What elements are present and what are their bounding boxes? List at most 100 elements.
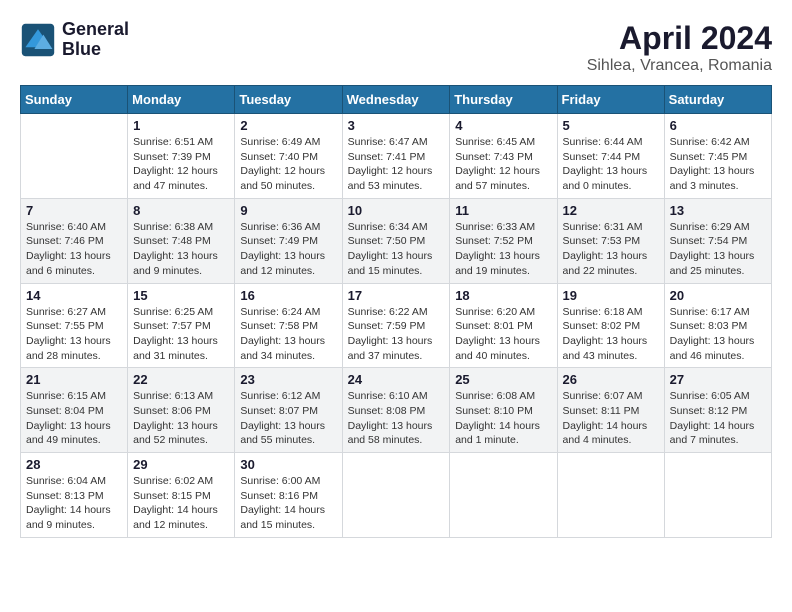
page-title: April 2024 — [587, 20, 772, 57]
title-area: April 2024 Sihlea, Vrancea, Romania — [587, 20, 772, 75]
calendar-cell: 24 Sunrise: 6:10 AMSunset: 8:08 PMDayligh… — [342, 368, 450, 453]
day-number: 14 — [26, 288, 122, 303]
day-number: 11 — [455, 203, 551, 218]
calendar-cell: 6 Sunrise: 6:42 AMSunset: 7:45 PMDaylight… — [664, 114, 771, 199]
calendar-cell: 26Sunrise: 6:07 AMSunset: 8:11 PMDayligh… — [557, 368, 664, 453]
day-info: Sunrise: 6:45 AMSunset: 7:43 PMDaylight:… — [455, 135, 551, 194]
calendar-table: SundayMondayTuesdayWednesdayThursdayFrid… — [20, 85, 772, 538]
calendar-cell: 20 Sunrise: 6:17 AMSunset: 8:03 PMDayligh… — [664, 283, 771, 368]
calendar-week-row: 28 Sunrise: 6:04 AMSunset: 8:13 PMDayligh… — [21, 453, 772, 538]
day-info: Sunrise: 6:51 AMSunset: 7:39 PMDaylight:… — [133, 135, 229, 194]
day-number: 17 — [348, 288, 445, 303]
day-number: 27 — [670, 372, 766, 387]
calendar-cell: 25 Sunrise: 6:08 AMSunset: 8:10 PMDayligh… — [450, 368, 557, 453]
calendar-cell — [21, 114, 128, 199]
day-info: Sunrise: 6:25 AMSunset: 7:57 PMDaylight:… — [133, 305, 229, 364]
day-info: Sunrise: 6:22 AMSunset: 7:59 PMDaylight:… — [348, 305, 445, 364]
calendar-cell: 21Sunrise: 6:15 AMSunset: 8:04 PMDayligh… — [21, 368, 128, 453]
calendar-cell — [450, 453, 557, 538]
day-number: 20 — [670, 288, 766, 303]
day-info: Sunrise: 6:20 AMSunset: 8:01 PMDaylight:… — [455, 305, 551, 364]
calendar-cell: 8 Sunrise: 6:38 AMSunset: 7:48 PMDaylight… — [128, 198, 235, 283]
day-info: Sunrise: 6:47 AMSunset: 7:41 PMDaylight:… — [348, 135, 445, 194]
calendar-cell: 30 Sunrise: 6:00 AMSunset: 8:16 PMDayligh… — [235, 453, 342, 538]
day-info: Sunrise: 6:07 AMSunset: 8:11 PMDaylight:… — [563, 389, 659, 448]
logo: General Blue — [20, 20, 129, 60]
calendar-cell: 13 Sunrise: 6:29 AMSunset: 7:54 PMDayligh… — [664, 198, 771, 283]
day-number: 19 — [563, 288, 659, 303]
day-number: 30 — [240, 457, 336, 472]
logo-icon — [20, 22, 56, 58]
calendar-day-header: Friday — [557, 86, 664, 114]
day-number: 16 — [240, 288, 336, 303]
day-info: Sunrise: 6:12 AMSunset: 8:07 PMDaylight:… — [240, 389, 336, 448]
calendar-cell: 19 Sunrise: 6:18 AMSunset: 8:02 PMDayligh… — [557, 283, 664, 368]
calendar-cell: 14 Sunrise: 6:27 AMSunset: 7:55 PMDayligh… — [21, 283, 128, 368]
day-number: 15 — [133, 288, 229, 303]
day-number: 6 — [670, 118, 766, 133]
day-info: Sunrise: 6:44 AMSunset: 7:44 PMDaylight:… — [563, 135, 659, 194]
day-info: Sunrise: 6:10 AMSunset: 8:08 PMDaylight:… — [348, 389, 445, 448]
calendar-cell: 18 Sunrise: 6:20 AMSunset: 8:01 PMDayligh… — [450, 283, 557, 368]
day-info: Sunrise: 6:04 AMSunset: 8:13 PMDaylight:… — [26, 474, 122, 533]
day-info: Sunrise: 6:17 AMSunset: 8:03 PMDaylight:… — [670, 305, 766, 364]
calendar-day-header: Monday — [128, 86, 235, 114]
calendar-week-row: 21Sunrise: 6:15 AMSunset: 8:04 PMDayligh… — [21, 368, 772, 453]
day-number: 12 — [563, 203, 659, 218]
calendar-cell: 12 Sunrise: 6:31 AMSunset: 7:53 PMDayligh… — [557, 198, 664, 283]
calendar-header-row: SundayMondayTuesdayWednesdayThursdayFrid… — [21, 86, 772, 114]
logo-text: General Blue — [62, 20, 129, 60]
calendar-cell: 4Sunrise: 6:45 AMSunset: 7:43 PMDaylight… — [450, 114, 557, 199]
calendar-day-header: Thursday — [450, 86, 557, 114]
day-number: 29 — [133, 457, 229, 472]
day-number: 8 — [133, 203, 229, 218]
calendar-week-row: 1 Sunrise: 6:51 AMSunset: 7:39 PMDaylight… — [21, 114, 772, 199]
day-number: 1 — [133, 118, 229, 133]
day-info: Sunrise: 6:49 AMSunset: 7:40 PMDaylight:… — [240, 135, 336, 194]
day-info: Sunrise: 6:29 AMSunset: 7:54 PMDaylight:… — [670, 220, 766, 279]
day-number: 18 — [455, 288, 551, 303]
calendar-cell: 3Sunrise: 6:47 AMSunset: 7:41 PMDaylight… — [342, 114, 450, 199]
day-info: Sunrise: 6:15 AMSunset: 8:04 PMDaylight:… — [26, 389, 122, 448]
day-info: Sunrise: 6:38 AMSunset: 7:48 PMDaylight:… — [133, 220, 229, 279]
day-number: 22 — [133, 372, 229, 387]
calendar-cell: 2 Sunrise: 6:49 AMSunset: 7:40 PMDaylight… — [235, 114, 342, 199]
calendar-day-header: Tuesday — [235, 86, 342, 114]
calendar-day-header: Sunday — [21, 86, 128, 114]
calendar-cell: 5Sunrise: 6:44 AMSunset: 7:44 PMDaylight… — [557, 114, 664, 199]
calendar-cell: 10Sunrise: 6:34 AMSunset: 7:50 PMDayligh… — [342, 198, 450, 283]
calendar-cell: 23 Sunrise: 6:12 AMSunset: 8:07 PMDayligh… — [235, 368, 342, 453]
day-info: Sunrise: 6:02 AMSunset: 8:15 PMDaylight:… — [133, 474, 229, 533]
day-info: Sunrise: 6:18 AMSunset: 8:02 PMDaylight:… — [563, 305, 659, 364]
calendar-cell — [664, 453, 771, 538]
calendar-week-row: 14 Sunrise: 6:27 AMSunset: 7:55 PMDayligh… — [21, 283, 772, 368]
logo-line1: General — [62, 20, 129, 40]
day-info: Sunrise: 6:08 AMSunset: 8:10 PMDaylight:… — [455, 389, 551, 448]
day-number: 24 — [348, 372, 445, 387]
day-number: 2 — [240, 118, 336, 133]
calendar-cell — [342, 453, 450, 538]
page-subtitle: Sihlea, Vrancea, Romania — [587, 57, 772, 75]
day-info: Sunrise: 6:42 AMSunset: 7:45 PMDaylight:… — [670, 135, 766, 194]
calendar-day-header: Saturday — [664, 86, 771, 114]
day-number: 9 — [240, 203, 336, 218]
calendar-cell: 17 Sunrise: 6:22 AMSunset: 7:59 PMDayligh… — [342, 283, 450, 368]
calendar-cell: 15 Sunrise: 6:25 AMSunset: 7:57 PMDayligh… — [128, 283, 235, 368]
calendar-cell: 27 Sunrise: 6:05 AMSunset: 8:12 PMDayligh… — [664, 368, 771, 453]
day-number: 23 — [240, 372, 336, 387]
day-number: 10 — [348, 203, 445, 218]
day-number: 13 — [670, 203, 766, 218]
day-info: Sunrise: 6:00 AMSunset: 8:16 PMDaylight:… — [240, 474, 336, 533]
day-number: 7 — [26, 203, 122, 218]
day-info: Sunrise: 6:05 AMSunset: 8:12 PMDaylight:… — [670, 389, 766, 448]
day-number: 28 — [26, 457, 122, 472]
calendar-cell: 28 Sunrise: 6:04 AMSunset: 8:13 PMDayligh… — [21, 453, 128, 538]
calendar-cell: 11Sunrise: 6:33 AMSunset: 7:52 PMDayligh… — [450, 198, 557, 283]
day-info: Sunrise: 6:27 AMSunset: 7:55 PMDaylight:… — [26, 305, 122, 364]
calendar-cell: 29 Sunrise: 6:02 AMSunset: 8:15 PMDayligh… — [128, 453, 235, 538]
day-number: 25 — [455, 372, 551, 387]
calendar-cell — [557, 453, 664, 538]
calendar-week-row: 7Sunrise: 6:40 AMSunset: 7:46 PMDaylight… — [21, 198, 772, 283]
calendar-cell: 9Sunrise: 6:36 AMSunset: 7:49 PMDaylight… — [235, 198, 342, 283]
day-info: Sunrise: 6:31 AMSunset: 7:53 PMDaylight:… — [563, 220, 659, 279]
